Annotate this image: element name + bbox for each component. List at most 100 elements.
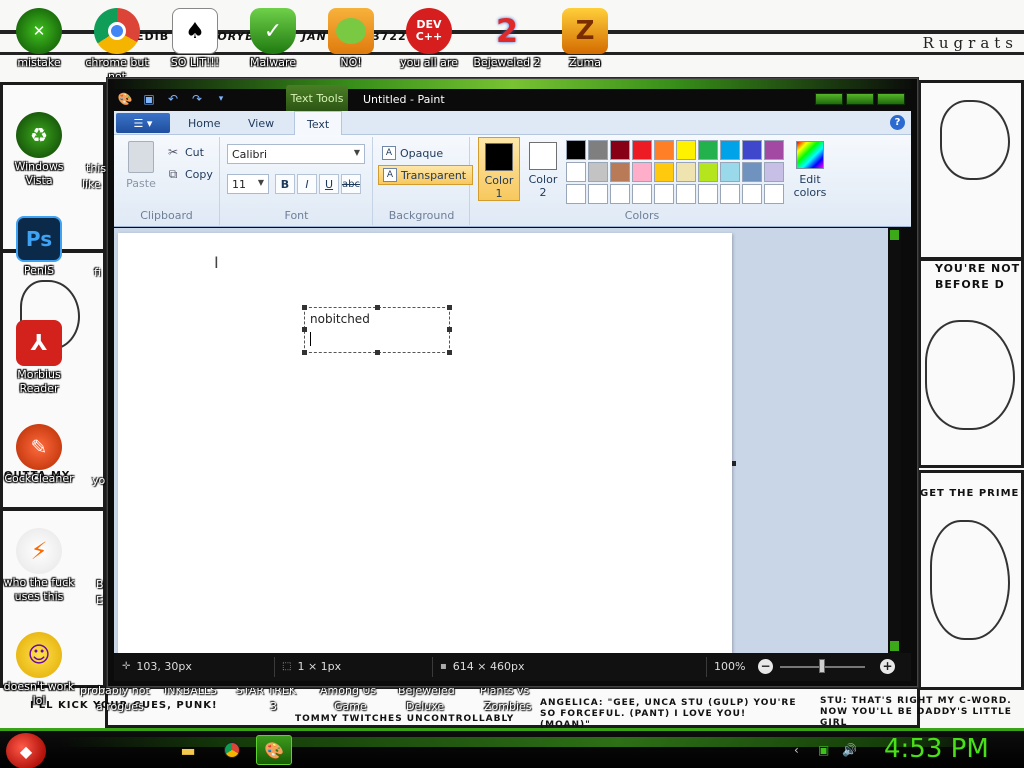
desktop-icon-photoshop[interactable]: Ps PenIS bbox=[0, 216, 78, 278]
resize-handle[interactable] bbox=[447, 327, 452, 332]
text-box-content[interactable]: nobitched bbox=[310, 312, 370, 326]
resize-handle[interactable] bbox=[302, 327, 307, 332]
palette-swatch[interactable] bbox=[566, 162, 586, 182]
tab-text[interactable]: Text bbox=[294, 111, 343, 136]
color2-label: Color bbox=[528, 173, 558, 186]
resize-handle[interactable] bbox=[447, 350, 452, 355]
show-hidden-icons-icon[interactable]: ‹ bbox=[794, 743, 799, 757]
text-box[interactable]: nobitched bbox=[302, 305, 452, 355]
palette-swatch[interactable] bbox=[698, 184, 718, 204]
palette-swatch[interactable] bbox=[698, 140, 718, 160]
palette-swatch[interactable] bbox=[676, 140, 696, 160]
paste-button[interactable]: Paste bbox=[124, 141, 158, 190]
clock[interactable]: 4:53 PM bbox=[884, 734, 989, 764]
start-button[interactable]: ◆ bbox=[6, 733, 46, 768]
palette-swatch[interactable] bbox=[764, 162, 784, 182]
tab-view[interactable]: View bbox=[236, 111, 286, 135]
transparent-button[interactable]: A Transparent bbox=[378, 165, 474, 185]
vertical-scrollbar[interactable] bbox=[888, 228, 901, 653]
desktop-icon-zuma[interactable]: Z Zuma bbox=[546, 8, 624, 70]
desktop-icon-yahoo[interactable]: ☺ doesn't work lol bbox=[0, 632, 78, 708]
paint-icon[interactable]: 🎨 bbox=[256, 735, 292, 765]
bold-button[interactable]: B bbox=[275, 174, 295, 194]
palette-swatch[interactable] bbox=[632, 162, 652, 182]
edit-colors-button[interactable]: Edit colors bbox=[790, 141, 830, 199]
maximize-button[interactable] bbox=[846, 93, 874, 105]
cut-button[interactable]: ✂ Cut bbox=[166, 145, 204, 159]
palette-swatch[interactable] bbox=[588, 140, 608, 160]
palette-swatch[interactable] bbox=[566, 140, 586, 160]
color2-button[interactable]: Color 2 bbox=[522, 137, 564, 201]
resize-handle[interactable] bbox=[302, 305, 307, 310]
resize-handle[interactable] bbox=[302, 350, 307, 355]
desktop-icon-chrome[interactable]: chrome but not bbox=[78, 8, 156, 84]
palette-swatch[interactable] bbox=[742, 162, 762, 182]
minimize-button[interactable] bbox=[815, 93, 843, 105]
palette-swatch[interactable] bbox=[610, 162, 630, 182]
help-icon[interactable]: ? bbox=[890, 115, 905, 130]
palette-swatch[interactable] bbox=[654, 140, 674, 160]
desktop-icon-ccleaner[interactable]: ✎ CockCleaner bbox=[0, 424, 78, 486]
underline-button[interactable]: U bbox=[319, 174, 339, 194]
scroll-down-button[interactable] bbox=[890, 641, 899, 651]
desktop-icon-pdf-reader[interactable]: ⅄ Morbius Reader bbox=[0, 320, 78, 396]
italic-button[interactable]: I bbox=[297, 174, 317, 194]
zoom-in-button[interactable]: + bbox=[880, 659, 895, 674]
palette-swatch[interactable] bbox=[676, 184, 696, 204]
network-icon[interactable]: ▣ bbox=[818, 743, 829, 757]
opaque-button[interactable]: A Opaque bbox=[378, 143, 449, 163]
desktop-icon-lightning[interactable]: ⚡ who the fuck uses this bbox=[0, 528, 78, 604]
folder-icon[interactable]: ▬ bbox=[170, 735, 206, 765]
zoom-slider-thumb[interactable] bbox=[819, 659, 825, 673]
paint-window[interactable]: 🎨 ▣ ↶ ↷ ▾ Text Tools Untitled - Paint ☰ … bbox=[107, 78, 918, 687]
redo-icon[interactable]: ↷ bbox=[188, 91, 206, 107]
palette-swatch[interactable] bbox=[742, 184, 762, 204]
palette-swatch[interactable] bbox=[566, 184, 586, 204]
palette-swatch[interactable] bbox=[764, 184, 784, 204]
resize-handle[interactable] bbox=[375, 350, 380, 355]
save-icon[interactable]: ▣ bbox=[140, 91, 158, 107]
palette-swatch[interactable] bbox=[698, 162, 718, 182]
zoom-out-button[interactable]: − bbox=[758, 659, 773, 674]
drawing-canvas[interactable]: I nobitched bbox=[118, 233, 736, 653]
palette-swatch[interactable] bbox=[654, 184, 674, 204]
palette-swatch[interactable] bbox=[610, 184, 630, 204]
customize-qat-icon[interactable]: ▾ bbox=[212, 91, 230, 107]
desktop-icon-solitaire[interactable]: ♠ SO LIT!!! bbox=[156, 8, 234, 70]
palette-swatch[interactable] bbox=[632, 140, 652, 160]
palette-swatch[interactable] bbox=[742, 140, 762, 160]
palette-swatch[interactable] bbox=[764, 140, 784, 160]
desktop-icon-bejeweled-2[interactable]: 2 Bejeweled 2 bbox=[468, 8, 546, 70]
copy-button[interactable]: ⧉ Copy bbox=[166, 167, 213, 182]
desktop-icon-mistake[interactable]: ✕ mistake bbox=[0, 8, 78, 70]
desktop-icon-bad-piggies[interactable]: NO! bbox=[312, 8, 390, 70]
palette-swatch[interactable] bbox=[654, 162, 674, 182]
palette-swatch[interactable] bbox=[720, 184, 740, 204]
font-family-select[interactable]: Calibri ▼ bbox=[227, 144, 365, 164]
tab-home[interactable]: Home bbox=[176, 111, 232, 135]
palette-swatch[interactable] bbox=[720, 162, 740, 182]
canvas-area[interactable]: I nobitched bbox=[114, 228, 901, 653]
paint-app-icon[interactable]: 🎨 bbox=[116, 91, 134, 107]
canvas-resize-handle[interactable] bbox=[732, 461, 736, 466]
volume-icon[interactable]: 🔊 bbox=[842, 743, 857, 757]
palette-swatch[interactable] bbox=[676, 162, 696, 182]
chrome-icon[interactable] bbox=[214, 735, 250, 765]
desktop-icon-malware[interactable]: ✓ Malware bbox=[234, 8, 312, 70]
palette-swatch[interactable] bbox=[588, 162, 608, 182]
scroll-up-button[interactable] bbox=[890, 230, 899, 240]
strikethrough-button[interactable]: abc bbox=[341, 174, 361, 194]
font-size-select[interactable]: 11 ▼ bbox=[227, 174, 269, 194]
undo-icon[interactable]: ↶ bbox=[164, 91, 182, 107]
color1-button[interactable]: Color 1 bbox=[478, 137, 520, 201]
paint-menu-button[interactable]: ☰ ▾ bbox=[116, 113, 170, 133]
palette-swatch[interactable] bbox=[632, 184, 652, 204]
palette-swatch[interactable] bbox=[720, 140, 740, 160]
palette-swatch[interactable] bbox=[588, 184, 608, 204]
desktop-icon-recycle-bin[interactable]: ♻ Windows Vista bbox=[0, 112, 78, 188]
close-button[interactable] bbox=[877, 93, 905, 105]
palette-swatch[interactable] bbox=[610, 140, 630, 160]
resize-handle[interactable] bbox=[375, 305, 380, 310]
resize-handle[interactable] bbox=[447, 305, 452, 310]
desktop-icon-dev-cpp[interactable]: DEV C++ you all are bbox=[390, 8, 468, 70]
